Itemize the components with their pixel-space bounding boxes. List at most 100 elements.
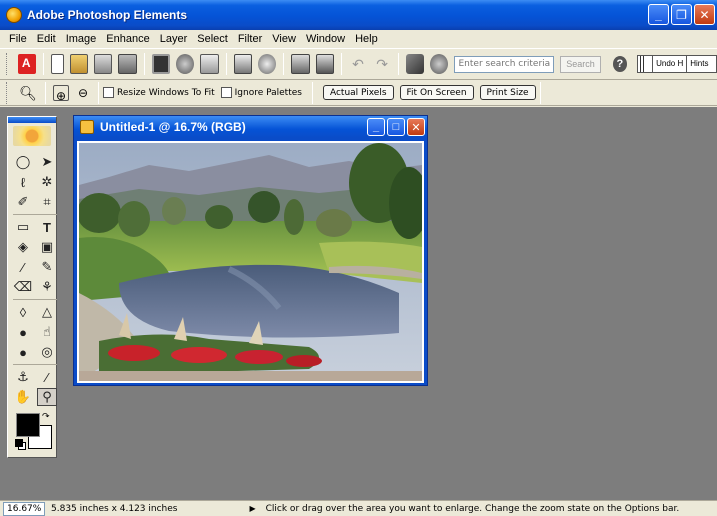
web-photo-gallery-icon[interactable] (315, 54, 334, 74)
search-button[interactable]: Search (560, 55, 601, 73)
options-grip[interactable] (6, 81, 9, 104)
document-size-info[interactable]: 5.835 inches x 4.123 inches (51, 504, 177, 514)
paint-bucket-tool-icon[interactable]: ◈ (13, 238, 33, 256)
new-file-icon[interactable] (50, 54, 64, 74)
print-preview-icon[interactable] (258, 54, 277, 74)
selection-brush-tool-icon[interactable]: ✐ (13, 193, 33, 211)
document-minimize-button[interactable]: _ (367, 118, 385, 136)
foreground-color-swatch[interactable] (16, 413, 40, 437)
menu-help[interactable]: Help (350, 33, 383, 45)
ignore-palettes-checkbox[interactable] (220, 87, 232, 98)
swap-colors-icon[interactable]: ↷ (42, 411, 50, 422)
palette-well-grip[interactable] (638, 56, 652, 72)
crop-tool-icon[interactable]: ⌗ (37, 193, 57, 211)
document-canvas[interactable] (77, 141, 424, 383)
zoom-tool-icon[interactable]: ⚲ (37, 388, 57, 406)
type-tool-icon[interactable]: T (37, 218, 57, 236)
document-window: Untitled-1 @ 16.7% (RGB) _ □ ✕ (73, 115, 428, 386)
menu-enhance[interactable]: Enhance (101, 33, 154, 45)
save-icon[interactable] (151, 54, 171, 74)
dodge-tool-icon[interactable]: ● (13, 343, 33, 361)
blur-tool-icon[interactable]: ◊ (13, 303, 33, 321)
menu-window[interactable]: Window (301, 33, 350, 45)
zoom-out-icon[interactable]: ⊖ (75, 83, 91, 103)
step-forward-icon[interactable]: ↷ (373, 54, 391, 74)
attach-email-icon[interactable] (200, 54, 219, 74)
save-for-web-icon[interactable] (176, 54, 195, 74)
toolbar-separator (143, 53, 145, 75)
red-eye-tool-icon[interactable]: ⚘ (37, 278, 57, 296)
menu-image[interactable]: Image (61, 33, 102, 45)
palette-tab-hints[interactable]: Hints (686, 56, 711, 72)
gradient-tool-icon[interactable]: ▣ (37, 238, 57, 256)
app-title-bar[interactable]: Adobe Photoshop Elements _ ❐ ✕ (0, 0, 717, 30)
toolbar-separator (225, 53, 227, 75)
landscape-photo[interactable] (79, 143, 422, 381)
toolbar-separator (340, 53, 342, 75)
resize-windows-checkbox[interactable] (103, 87, 114, 98)
online-services-icon[interactable] (291, 54, 310, 74)
options-separator (98, 81, 99, 104)
ignore-palettes-label: Ignore Palettes (234, 87, 302, 98)
hand-tool-icon[interactable]: ✋ (13, 388, 33, 406)
status-message: Click or drag over the area you want to … (265, 503, 680, 514)
browse-icon[interactable] (94, 54, 113, 74)
fit-on-screen-button[interactable]: Fit On Screen (399, 85, 474, 100)
step-backward-icon[interactable]: ↶ (349, 54, 367, 74)
document-title: Untitled-1 @ 16.7% (RGB) (100, 120, 246, 134)
menu-bar: File Edit Image Enhance Layer Select Fil… (0, 30, 717, 48)
status-menu-arrow-icon[interactable]: ▶ (249, 504, 255, 513)
palette-tab-undo-history[interactable]: Undo H (652, 56, 686, 72)
burn-tool-icon[interactable]: ◎ (37, 343, 57, 361)
eraser-tool-icon[interactable]: ⌫ (13, 278, 33, 296)
actual-pixels-button[interactable]: Actual Pixels (322, 85, 394, 100)
toolbox-title-bar[interactable] (8, 117, 56, 123)
toolbar-separator (283, 53, 285, 75)
options-bar: 🔍︎ ⊕ ⊖ Resize Windows To Fit Ignore Pale… (0, 80, 717, 106)
menu-edit[interactable]: Edit (32, 33, 61, 45)
default-colors-icon[interactable] (15, 439, 23, 447)
sponge-tool-icon[interactable]: ● (13, 323, 33, 341)
menu-file[interactable]: File (4, 33, 32, 45)
brush-tool-icon[interactable]: ⁄ (13, 258, 33, 276)
zoom-in-icon[interactable]: ⊕ (53, 84, 69, 103)
auto-levels-icon[interactable] (430, 54, 449, 74)
lasso-tool-icon[interactable]: ℓ (13, 173, 33, 191)
magic-wand-tool-icon[interactable]: ✲ (37, 173, 57, 191)
menu-select[interactable]: Select (192, 33, 233, 45)
open-file-icon[interactable] (69, 54, 89, 74)
search-input[interactable] (454, 55, 555, 73)
clone-stamp-tool-icon[interactable]: ⚓ (13, 368, 33, 386)
toolbar-grip[interactable] (6, 53, 9, 75)
import-icon[interactable] (118, 54, 137, 74)
help-icon[interactable]: ? (612, 56, 628, 72)
document-icon[interactable] (80, 120, 94, 134)
zoom-level-field[interactable]: 16.67% (3, 501, 45, 516)
zoom-tool-preset-icon[interactable]: 🔍︎ (18, 83, 38, 103)
adobe-online-icon[interactable]: A (17, 54, 36, 74)
toolbox: ◯ ➤ ℓ ✲ ✐ ⌗ ▭ T ◈ ▣ ⁄ ✎ ⌫ ⚘ ◊ △ ● ☝ ● ◎ … (7, 116, 57, 458)
menu-view[interactable]: View (267, 33, 301, 45)
document-title-bar[interactable]: Untitled-1 @ 16.7% (RGB) _ □ ✕ (74, 116, 427, 138)
elements-logo[interactable] (13, 126, 51, 146)
document-maximize-button[interactable]: □ (387, 118, 405, 136)
minimize-button[interactable]: _ (648, 4, 669, 25)
options-separator (45, 81, 46, 104)
menu-filter[interactable]: Filter (233, 33, 267, 45)
document-close-button[interactable]: ✕ (407, 118, 425, 136)
photoshop-elements-app-icon[interactable] (6, 7, 22, 23)
pencil-tool-icon[interactable]: ✎ (37, 258, 57, 276)
move-tool-icon[interactable]: ➤ (37, 153, 57, 171)
eyedropper-tool-icon[interactable]: ⁄ (37, 368, 57, 386)
close-button[interactable]: ✕ (694, 4, 715, 25)
smudge-tool-icon[interactable]: ☝ (37, 323, 57, 341)
toolbox-divider (13, 299, 57, 300)
sharpen-tool-icon[interactable]: △ (37, 303, 57, 321)
quick-fix-icon[interactable] (406, 54, 425, 74)
menu-layer[interactable]: Layer (155, 33, 193, 45)
print-size-button[interactable]: Print Size (479, 85, 536, 100)
print-icon[interactable] (233, 54, 253, 74)
marquee-tool-icon[interactable]: ◯ (13, 153, 33, 171)
custom-shape-tool-icon[interactable]: ▭ (13, 218, 33, 236)
restore-button[interactable]: ❐ (671, 4, 692, 25)
